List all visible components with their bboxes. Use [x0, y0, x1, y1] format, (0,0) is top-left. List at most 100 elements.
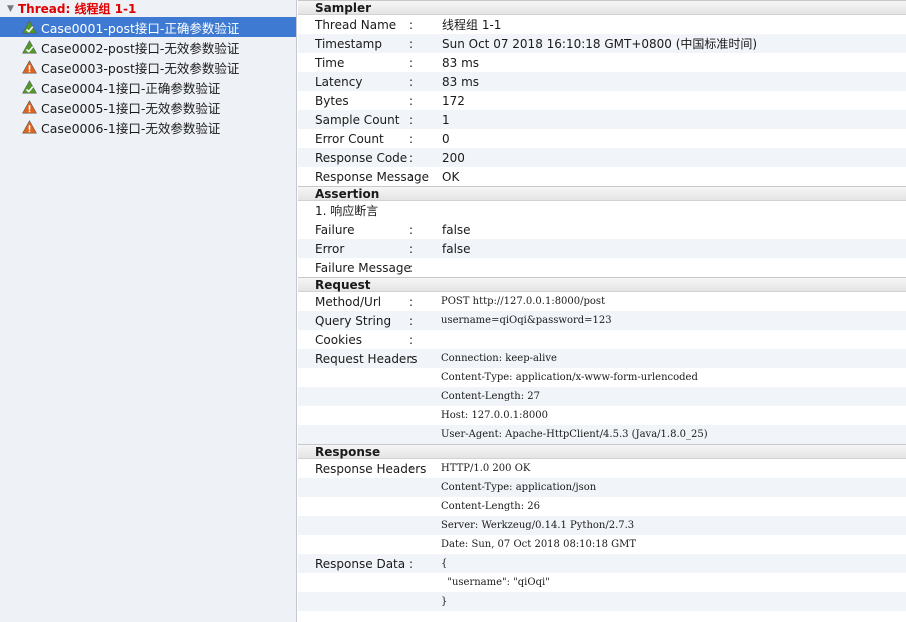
- field-key: Response Message: [315, 169, 430, 184]
- case-node[interactable]: Case0006-1接口-无效参数验证: [0, 117, 296, 137]
- assertion-rows: Failure: false Error: false Failure Message:: [298, 220, 906, 277]
- field-value: Host: 127.0.0.1:8000: [441, 410, 548, 421]
- request-row: Content-Length: 27: [298, 387, 906, 406]
- assertion-section-header: Assertion: [298, 186, 906, 201]
- request-rows: Method/Url: POST http://127.0.0.1:8000/po…: [298, 292, 906, 444]
- field-key: Failure Message: [315, 260, 411, 275]
- field-key: Request Headers: [315, 351, 418, 366]
- field-key: Query String: [315, 313, 392, 328]
- response-section-header: Response: [298, 444, 906, 459]
- case-node[interactable]: Case0005-1接口-无效参数验证: [0, 97, 296, 117]
- separator: :: [409, 294, 414, 309]
- field-value: User-Agent: Apache-HttpClient/4.5.3 (Jav…: [441, 429, 708, 440]
- response-rows: Response Headers: HTTP/1.0 200 OK Content-…: [298, 459, 906, 611]
- request-row: Content-Type: application/x-www-form-url…: [298, 368, 906, 387]
- separator: :: [409, 169, 414, 184]
- separator: :: [409, 55, 414, 70]
- result-details-panel: Sampler Thread Name: 线程组 1-1 Timestamp: Sun…: [298, 0, 906, 622]
- field-value: Server: Werkzeug/0.14.1 Python/2.7.3: [441, 520, 635, 531]
- case-label: Case0001-post接口-正确参数验证: [41, 20, 240, 36]
- sampler-row: Response Code: 200: [298, 148, 906, 167]
- field-key: Error: [315, 241, 345, 256]
- request-row: Request Headers: Connection: keep-alive: [298, 349, 906, 368]
- case-node[interactable]: Case0002-post接口-无效参数验证: [0, 37, 296, 57]
- field-value: Date: Sun, 07 Oct 2018 08:10:18 GMT: [441, 539, 637, 550]
- field-value: 83 ms: [442, 74, 480, 89]
- request-row: User-Agent: Apache-HttpClient/4.5.3 (Jav…: [298, 425, 906, 444]
- case-list: Case0001-post接口-正确参数验证 Case0002-post接口-无效…: [0, 17, 296, 137]
- field-value: 172: [442, 93, 465, 108]
- assertion-row: Error: false: [298, 239, 906, 258]
- case-node[interactable]: Case0004-1接口-正确参数验证: [0, 77, 296, 97]
- sampler-row: Bytes: 172: [298, 91, 906, 110]
- field-value: HTTP/1.0 200 OK: [441, 463, 531, 474]
- separator: :: [409, 461, 414, 476]
- sampler-row: Response Message: OK: [298, 167, 906, 186]
- case-label: Case0006-1接口-无效参数验证: [41, 120, 221, 136]
- request-row: Host: 127.0.0.1:8000: [298, 406, 906, 425]
- field-key: Latency: [315, 74, 363, 89]
- field-value: false: [442, 241, 471, 256]
- field-value: OK: [442, 169, 460, 184]
- separator: :: [409, 74, 414, 89]
- separator: :: [409, 556, 414, 571]
- sampler-row: Error Count: 0: [298, 129, 906, 148]
- field-value: 线程组 1-1: [442, 18, 502, 32]
- field-value: Content-Length: 26: [441, 501, 541, 512]
- response-row: Response Headers: HTTP/1.0 200 OK: [298, 459, 906, 478]
- case-node[interactable]: Case0003-post接口-无效参数验证: [0, 57, 296, 77]
- response-row: Content-Length: 26: [298, 497, 906, 516]
- warning-icon: [22, 100, 41, 114]
- expand-triangle-icon[interactable]: ▼: [7, 4, 18, 14]
- field-value: {: [441, 558, 448, 569]
- warning-icon: [22, 120, 41, 134]
- field-value: Sun Oct 07 2018 16:10:18 GMT+0800 (中国标准时…: [442, 37, 758, 51]
- response-row: "username": "qiOqi": [298, 573, 906, 592]
- assertion-item: 1. 响应断言: [298, 201, 906, 220]
- field-key: Response Headers: [315, 461, 427, 476]
- case-node[interactable]: Case0001-post接口-正确参数验证: [0, 17, 296, 37]
- warning-icon: [22, 60, 41, 74]
- field-value: 200: [442, 150, 465, 165]
- request-row: Cookies:: [298, 330, 906, 349]
- separator: :: [409, 332, 414, 347]
- success-icon: [22, 80, 41, 94]
- field-key: Timestamp: [315, 36, 382, 51]
- assertion-row: Failure Message:: [298, 258, 906, 277]
- field-key: Response Code: [315, 150, 408, 165]
- sampler-row: Timestamp: Sun Oct 07 2018 16:10:18 GMT+0…: [298, 34, 906, 53]
- separator: :: [409, 36, 414, 51]
- separator: :: [409, 222, 414, 237]
- separator: :: [409, 112, 414, 127]
- assertion-row: Failure: false: [298, 220, 906, 239]
- field-value: username=qiOqi&password=123: [441, 315, 612, 326]
- sampler-rows: Thread Name: 线程组 1-1 Timestamp: Sun Oct 07 …: [298, 15, 906, 186]
- sampler-section-header: Sampler: [298, 0, 906, 15]
- case-label: Case0005-1接口-无效参数验证: [41, 100, 221, 116]
- field-value: }: [441, 596, 448, 607]
- response-row: Content-Type: application/json: [298, 478, 906, 497]
- thread-node[interactable]: ▼ Thread: 线程组 1-1: [0, 0, 296, 17]
- field-key: Thread Name: [315, 17, 397, 32]
- case-label: Case0003-post接口-无效参数验证: [41, 60, 240, 76]
- assertion-item-label: 1. 响应断言: [315, 204, 379, 218]
- field-value: Content-Length: 27: [441, 391, 541, 402]
- field-key: Bytes: [315, 93, 349, 108]
- success-icon: [22, 20, 41, 34]
- field-value: Content-Type: application/x-www-form-url…: [441, 372, 698, 383]
- field-value: 83 ms: [442, 55, 480, 70]
- field-key: Time: [315, 55, 345, 70]
- response-row: }: [298, 592, 906, 611]
- field-key: Failure: [315, 222, 355, 237]
- separator: :: [409, 241, 414, 256]
- case-label: Case0002-post接口-无效参数验证: [41, 40, 240, 56]
- field-value: 1: [442, 112, 450, 127]
- field-value: POST http://127.0.0.1:8000/post: [441, 296, 606, 307]
- field-key: Cookies: [315, 332, 362, 347]
- request-section-header: Request: [298, 277, 906, 292]
- sampler-row: Latency: 83 ms: [298, 72, 906, 91]
- field-key: Sample Count: [315, 112, 400, 127]
- results-tree-panel: ▼ Thread: 线程组 1-1 Case0001-post接口-正确参数验证…: [0, 0, 297, 622]
- separator: :: [409, 313, 414, 328]
- field-value: Connection: keep-alive: [441, 353, 557, 364]
